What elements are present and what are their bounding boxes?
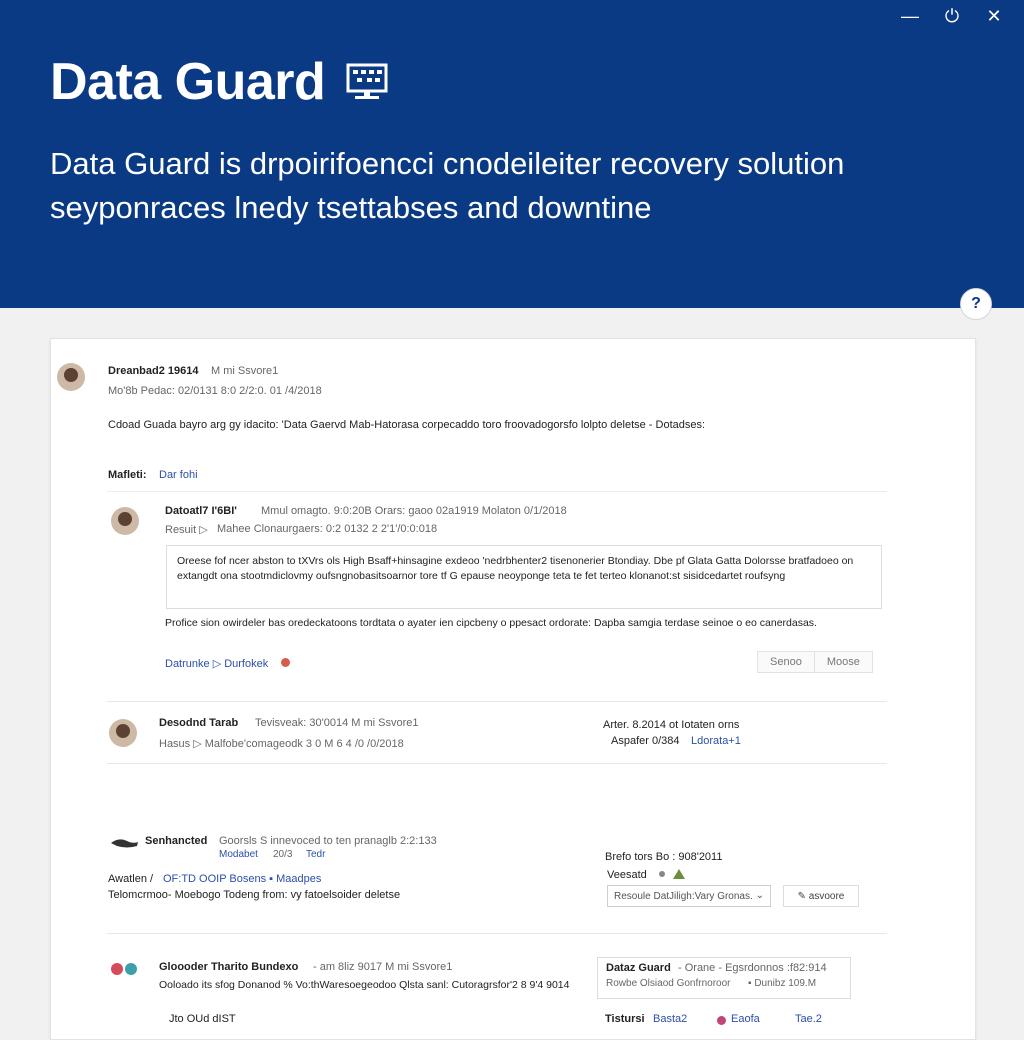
reply-author[interactable]: Gloooder Tharito Bundexo [159, 961, 298, 973]
row-label: Awatlen / [108, 873, 154, 885]
discussion-card: Dreanbad2 19614 M mi Ssvore1 Mo'8b Pedac… [50, 338, 976, 1040]
reply-note: Profice sion owirdeler bas oredeckatoons… [165, 617, 817, 629]
reply-sub: Mahee Clonaurgaers: 0:2 0132 2 2'1'/0:0:… [217, 523, 438, 535]
divider [107, 701, 887, 702]
reply-author[interactable]: Senhancted [145, 835, 207, 847]
post-author[interactable]: Dreanbad2 19614 [108, 365, 199, 377]
divider [107, 933, 887, 934]
reply-meta: Goorsls S innevoced to ten pranaglb 2:2:… [219, 835, 437, 847]
footer-label: Tistursi [605, 1013, 645, 1025]
mention-label: Mafleti: [108, 469, 147, 481]
info-sub: Rowbe Olsiaod Gonfrnoroor [606, 978, 731, 989]
quote-box: Oreese fof ncer abston to tXVrs ols High… [166, 545, 882, 609]
group-avatar-icon [111, 963, 137, 975]
reply-right-label: Veesatd [607, 869, 647, 881]
footer-link[interactable]: Basta2 [653, 1013, 687, 1025]
save-button[interactable]: ✎ asvoore [783, 885, 859, 907]
quote-text: Oreese fof ncer abston to tXVrs ols High… [177, 555, 854, 582]
reply-meta: Tevisveak: 30'0014 M mi Ssvore1 [255, 717, 419, 729]
reply-right-link[interactable]: Ldorata+1 [691, 735, 741, 747]
window-controls: — ⏻ ✕ [900, 6, 1004, 26]
send-button[interactable]: Senoo [758, 652, 814, 672]
info-sub-2: ▪ Dunibz 109.M [748, 978, 817, 989]
more-button[interactable]: Moose [813, 652, 872, 672]
reply-meta: - am 8liz 9017 M mi Ssvore1 [313, 961, 453, 973]
select-value: Resoule DatJiligh:Vary Gronas. [614, 890, 753, 902]
footer-left: Jto OUd dIST [169, 1013, 236, 1025]
info-meta: - Orane - Egsrdonnos :f82:914 [678, 962, 827, 974]
status-select[interactable]: Resoule DatJiligh:Vary Gronas. ⌄ [607, 885, 771, 907]
reply-author[interactable]: Desodnd Tarab [159, 717, 238, 729]
reply-sub: Hasus ▷ Malfobe'comageodk 3 0 M 6 4 /0 /… [159, 738, 404, 750]
reply-sub-link[interactable]: Modabet [219, 849, 258, 860]
info-box: Dataz Guard - Orane - Egsrdonnos :f82:91… [597, 957, 851, 999]
post-date: Mo'8b Pedac: 02/0131 8:0 2/2:0. 01 /4/20… [108, 385, 322, 397]
power-icon[interactable]: ⏻ [942, 6, 962, 26]
footer-link[interactable]: Tae.2 [795, 1013, 822, 1025]
divider [107, 763, 887, 764]
row-link[interactable]: OF:TD OOIP Bosens ▪ Maadpes [163, 873, 321, 885]
chevron-down-icon: ⌄ [755, 890, 764, 901]
info-title: Dataz Guard [606, 962, 671, 974]
mention-link[interactable]: Dar fohi [159, 469, 198, 481]
footer-link[interactable]: Eaofa [731, 1013, 760, 1025]
reply-sub-link[interactable]: Tedr [306, 849, 325, 860]
reply-right-top: Brefo tors Bo : 908'2011 [605, 851, 723, 863]
hero-subtitle: Data Guard is drpoirifoencci cnodeileite… [50, 146, 845, 225]
avatar[interactable] [109, 719, 137, 747]
reply-sub-prefix: Resuit ▷ [165, 524, 208, 536]
minimize-icon[interactable]: — [900, 6, 920, 26]
monitor-icon [346, 63, 388, 99]
reply-sub-date: 20/3 [273, 849, 293, 860]
post-body: Cdoad Guada bayro arg gy idacito: 'Data … [108, 419, 706, 431]
comment-icon[interactable] [281, 658, 290, 667]
brand: Data Guard [50, 52, 389, 112]
reply-right-top: Arter. 8.2014 ot Iotaten orns [603, 719, 740, 731]
avatar[interactable] [57, 363, 85, 391]
avatar[interactable] [111, 507, 139, 535]
hero-banner: — ⏻ ✕ Data Guard Data Guard is drpoirifo… [0, 0, 1024, 308]
reply-right-label: Aspafer 0/384 [611, 735, 680, 747]
attachment-icon [111, 839, 138, 848]
reply-actions: Senoo Moose [757, 651, 873, 673]
help-button[interactable]: ? [960, 288, 992, 320]
app-title: Data Guard [50, 53, 326, 111]
post-meta: M mi Ssvore1 [211, 365, 279, 377]
status-icons [659, 869, 685, 879]
reply-link[interactable]: Datrunke ▷ Durfokek [165, 657, 268, 670]
close-icon[interactable]: ✕ [984, 6, 1004, 26]
reply-author[interactable]: Datoatl7 I'6BI' [165, 505, 237, 517]
reply-sub: Ooloado its sfog Donanod % Vo:thWaresoeg… [159, 979, 570, 991]
row-text: Telomcrmoo- Moebogo Todeng from: vy fato… [108, 889, 401, 901]
reply-meta: Mmul omagto. 9:0:20B Orars: gaoo 02a1919… [261, 505, 567, 517]
